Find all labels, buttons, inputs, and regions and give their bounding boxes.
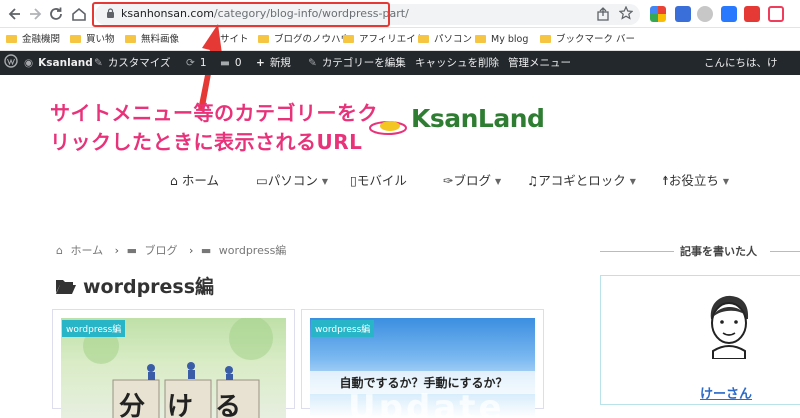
brush-icon: ✎ bbox=[94, 57, 103, 69]
category-badge[interactable]: wordpress編 bbox=[62, 320, 126, 337]
bookmark-folder[interactable]: パソコン bbox=[418, 33, 472, 47]
chevron-right-icon: › bbox=[114, 244, 120, 257]
home-icon[interactable] bbox=[70, 5, 88, 23]
chevron-down-icon: ▼ bbox=[722, 177, 729, 186]
folder-icon bbox=[418, 35, 429, 43]
article-card[interactable]: Update 自動でするか？手動にするか？ wordpress編 bbox=[301, 309, 544, 418]
bookmark-folder[interactable]: 金融機関 bbox=[6, 33, 60, 47]
wp-admin-bar: ◉ Ksanland ✎ カスタマイズ ⟳ 1 ▬ 0 + 新規 ✎ カテゴリーを編集 キャ… bbox=[0, 51, 800, 75]
home-icon: ⌂ bbox=[170, 173, 178, 188]
share-icon[interactable] bbox=[596, 7, 610, 21]
adminbar-site[interactable]: ◉ Ksanland bbox=[24, 51, 93, 75]
bookmarks-bar: 金融機関 買い物 無料画像 サイト ブログのノウハウ アフィリエイト パソコン … bbox=[0, 29, 800, 51]
nav-item-guitar[interactable]: ♫アコギとロック ▼ bbox=[527, 170, 636, 193]
folder-icon bbox=[475, 35, 486, 43]
adminbar-new[interactable]: + 新規 bbox=[256, 51, 291, 75]
nav-item-tips[interactable]: ☨お役立ち ▼ bbox=[662, 170, 729, 193]
thumbnail-text: 自動でするか？手動にするか？ bbox=[310, 371, 535, 394]
site-logo[interactable]: KsanLand bbox=[411, 104, 545, 133]
bookmark-folder[interactable]: ブックマーク バー bbox=[540, 33, 635, 47]
folder-icon bbox=[343, 35, 354, 43]
chevron-right-icon: › bbox=[188, 244, 194, 257]
thumbnail-text: 分ける bbox=[119, 392, 264, 418]
blog-icon: ✑ bbox=[443, 173, 454, 188]
reload-icon[interactable] bbox=[47, 5, 65, 23]
breadcrumb-blog[interactable]: ▬ ブログ bbox=[127, 244, 182, 257]
url-highlight-box bbox=[92, 2, 390, 27]
wordpress-logo-icon[interactable] bbox=[4, 51, 18, 75]
folder-icon bbox=[6, 35, 17, 43]
bookmark-folder[interactable]: My blog bbox=[475, 33, 528, 47]
phone-icon: ▯ bbox=[350, 173, 357, 188]
extension-blue-icon[interactable] bbox=[675, 6, 691, 22]
extension-new-icon[interactable] bbox=[721, 6, 737, 22]
annotation-text: サイトメニュー等のカテゴリーをク リックしたときに表示されるURL bbox=[50, 99, 410, 157]
forward-arrow-icon[interactable] bbox=[26, 5, 44, 23]
nav-item-blog[interactable]: ✑ブログ ▼ bbox=[443, 170, 501, 193]
nav-item-home[interactable]: ⌂ ホーム bbox=[170, 170, 219, 192]
extension-red-icon[interactable] bbox=[744, 6, 760, 22]
plus-icon: + bbox=[256, 57, 265, 69]
adminbar-comments[interactable]: ▬ 0 bbox=[220, 51, 242, 75]
adminbar-edit-category[interactable]: ✎ カテゴリーを編集 bbox=[308, 51, 406, 75]
folder-icon bbox=[125, 35, 136, 43]
divider bbox=[600, 251, 674, 252]
bookmark-folder[interactable]: アフィリエイト bbox=[343, 33, 425, 47]
extension-gray-icon[interactable] bbox=[697, 6, 713, 22]
sidebar-title: 記事を書いた人 bbox=[600, 243, 800, 259]
author-avatar bbox=[710, 295, 749, 359]
browser-toolbar: ksanhonsan.com/category/blog-info/wordpr… bbox=[0, 0, 800, 28]
annotation-line-1: サイトメニュー等のカテゴリーをク bbox=[50, 101, 378, 125]
breadcrumb-current: ▬ wordpress編 bbox=[200, 244, 287, 257]
folder-icon bbox=[258, 35, 269, 43]
comment-icon: ▬ bbox=[220, 57, 230, 69]
person-icon: ☨ bbox=[662, 173, 669, 188]
breadcrumb-home[interactable]: ⌂ ホーム bbox=[56, 244, 107, 257]
breadcrumb: ⌂ ホーム › ▬ ブログ › ▬ wordpress編 bbox=[56, 242, 294, 258]
main-navigation: ⌂ ホーム ▭パソコン ▼ ▯モバイル ✑ブログ ▼ ♫アコギとロック ▼ ☨お役立ち… bbox=[0, 170, 800, 192]
chevron-down-icon: ▼ bbox=[321, 177, 328, 186]
chevron-down-icon: ▼ bbox=[495, 177, 502, 186]
article-card[interactable]: 分ける wordpress編 bbox=[52, 309, 295, 418]
bookmark-folder[interactable]: 買い物 bbox=[70, 33, 115, 47]
pocket-icon[interactable] bbox=[768, 6, 784, 22]
logo-mark-icon bbox=[369, 121, 407, 135]
chevron-down-icon: ▼ bbox=[629, 177, 636, 186]
adminbar-greeting[interactable]: こんにちは、け bbox=[704, 51, 778, 75]
nav-item-mobile[interactable]: ▯モバイル bbox=[350, 170, 407, 192]
adminbar-updates[interactable]: ⟳ 1 bbox=[186, 51, 207, 75]
annotation-line-2: リックしたときに表示されるURL bbox=[50, 130, 363, 154]
bookmark-folder[interactable]: ブログのノウハウ bbox=[258, 33, 350, 47]
nav-item-pc[interactable]: ▭パソコン ▼ bbox=[256, 170, 328, 193]
adminbar-customize[interactable]: ✎ カスタマイズ bbox=[94, 51, 171, 75]
home-icon: ⌂ bbox=[56, 244, 63, 257]
author-name-link[interactable]: けーさん bbox=[700, 383, 752, 402]
back-arrow-icon[interactable] bbox=[6, 5, 24, 23]
monitor-icon: ▭ bbox=[256, 173, 268, 188]
bookmark-folder[interactable]: 無料画像 bbox=[125, 33, 179, 47]
folder-open-icon bbox=[56, 280, 76, 294]
adminbar-admin-menu[interactable]: 管理メニュー bbox=[508, 51, 571, 75]
dashboard-icon: ◉ bbox=[24, 57, 34, 69]
music-note-icon: ♫ bbox=[527, 173, 539, 188]
category-badge[interactable]: wordpress編 bbox=[311, 320, 375, 337]
divider bbox=[770, 251, 800, 252]
extension-google-icon[interactable] bbox=[650, 6, 666, 22]
bookmark-star-icon[interactable] bbox=[619, 6, 633, 20]
adminbar-clear-cache[interactable]: キャッシュを削除 bbox=[415, 51, 499, 75]
updates-icon: ⟳ bbox=[186, 57, 195, 69]
page-title: wordpress編 bbox=[55, 272, 214, 299]
folder-icon: ▬ bbox=[126, 244, 137, 257]
folder-icon: ▬ bbox=[200, 244, 212, 257]
pencil-icon: ✎ bbox=[308, 57, 317, 69]
folder-icon bbox=[70, 35, 81, 43]
folder-icon bbox=[540, 35, 551, 43]
